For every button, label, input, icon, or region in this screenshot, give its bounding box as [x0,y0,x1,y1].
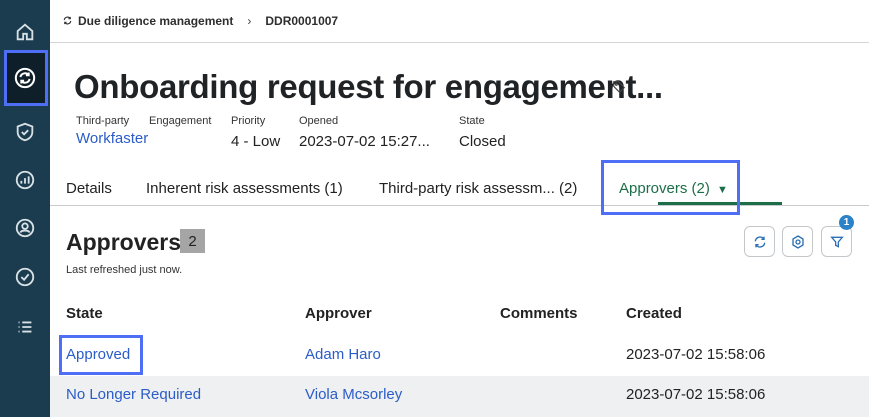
app-root: Due diligence management › DDR0001007 On… [0,0,869,417]
opened-value: 2023-07-02 15:27... [299,133,430,150]
state-value: Closed [459,133,506,150]
created-value: 2023-07-02 15:58:06 [626,346,766,363]
list-icon[interactable] [13,315,37,339]
created-value: 2023-07-02 15:58:06 [626,386,766,403]
tab-third-party-risk-assessments[interactable]: Third-party risk assessm... (2) [379,180,577,197]
tab-bar: Details Inherent risk assessments (1) Th… [50,172,869,206]
approver-link[interactable]: Adam Haro [305,346,381,363]
chart-icon[interactable] [13,168,37,192]
tab-inherent-risk-assessments[interactable]: Inherent risk assessments (1) [146,180,343,197]
opened-label: Opened [299,115,339,127]
column-header-comments[interactable]: Comments [500,305,578,322]
refresh-icon [754,235,765,248]
settings-icon [791,234,804,249]
tag-icon[interactable] [612,80,626,99]
sync-small-icon [62,14,78,28]
refresh-button[interactable] [744,226,775,257]
filter-count-badge: 1 [839,215,854,230]
priority-value: 4 - Low [231,133,281,150]
sync-icon[interactable] [13,66,37,90]
tab-approvers-highlight [601,160,740,215]
tab-details[interactable]: Details [66,180,112,197]
state-link[interactable]: No Longer Required [66,386,201,403]
breadcrumb-item-record: DDR0001007 [265,14,339,28]
column-header-created[interactable]: Created [626,305,682,322]
column-header-approver[interactable]: Approver [305,305,372,322]
table-row: Approved Adam Haro 2023-07-02 15:58:06 [50,335,869,375]
section-title: Approvers [66,229,182,255]
shield-check-icon[interactable] [13,120,37,144]
third-party-link[interactable]: Workfaster [76,130,148,147]
table-row: No Longer Required Viola Mcsorley 2023-0… [50,376,869,417]
page-title: Onboarding request for engagement... [74,68,663,105]
sidebar-nav [0,0,50,417]
count-badge: 2 [180,229,205,253]
chevron-right-icon: › [247,14,252,28]
approver-link[interactable]: Viola Mcsorley [305,386,402,403]
state-approved-highlight [59,335,143,375]
priority-label: Priority [231,115,266,127]
filter-button[interactable] [821,226,852,257]
third-party-label: Third-party [76,115,130,127]
breadcrumb: Due diligence management › DDR0001007 [50,0,869,43]
filter-icon [829,236,844,248]
settings-button[interactable] [782,226,813,257]
engagement-label: Engagement [149,115,212,127]
state-label: State [459,115,485,127]
home-icon[interactable] [13,20,37,44]
settings-user-icon[interactable] [13,216,37,240]
last-refreshed-text: Last refreshed just now. [66,264,183,276]
breadcrumb-item-due-diligence[interactable]: Due diligence management [78,14,233,28]
check-circle-icon[interactable] [13,265,37,289]
column-header-state[interactable]: State [66,305,103,322]
